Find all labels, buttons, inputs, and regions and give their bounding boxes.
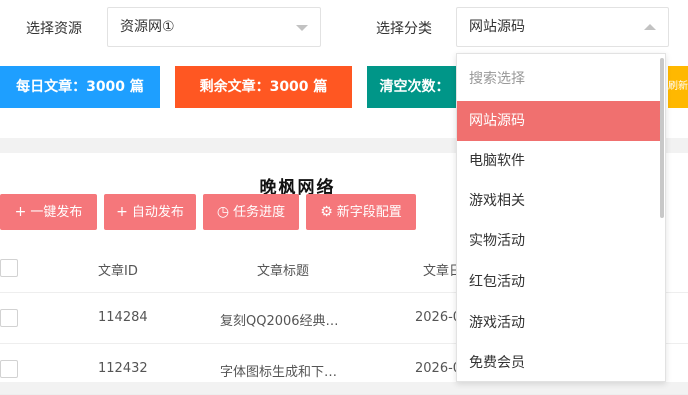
daily-articles-badge: 每日文章：3000 篇 — [0, 66, 160, 108]
new-field-config-button[interactable]: ⚙ 新字段配置 — [306, 194, 416, 230]
task-progress-button[interactable]: ◷ 任务进度 — [203, 194, 299, 230]
row-checkbox[interactable] — [0, 309, 18, 327]
row-article-title: 字体图标生成和下… — [220, 365, 338, 380]
auto-publish-button[interactable]: + 自动发布 — [104, 194, 196, 230]
chevron-up-icon — [644, 24, 656, 30]
row-article-id: 112432 — [98, 361, 148, 376]
header-article-title: 文章标题 — [257, 264, 310, 279]
category-select[interactable]: 网站源码 — [456, 7, 669, 47]
row-article-date: 2026-0 — [415, 361, 456, 376]
dropdown-option[interactable]: 红包活动 — [457, 262, 662, 302]
row-article-id: 114284 — [98, 310, 148, 325]
row-article-date: 2026-0 — [415, 310, 456, 325]
clear-count-badge: 清空次数： — [367, 66, 462, 108]
header-article-id: 文章ID — [98, 264, 138, 279]
clock-icon: ◷ — [216, 204, 230, 220]
dropdown-option[interactable]: 游戏活动 — [457, 303, 662, 343]
source-select-value: 资源网① — [120, 19, 175, 35]
source-label: 选择资源 — [26, 21, 82, 37]
select-all-checkbox[interactable] — [0, 259, 18, 277]
category-select-value: 网站源码 — [469, 19, 525, 35]
source-select[interactable]: 资源网① — [107, 7, 321, 47]
one-click-publish-button[interactable]: + 一键发布 — [0, 194, 97, 230]
refresh-button[interactable]: 刷新 — [668, 66, 688, 108]
gear-icon: ⚙ — [320, 204, 333, 220]
dropdown-option[interactable]: 实物活动 — [457, 221, 662, 261]
dropdown-option[interactable]: 游戏相关 — [457, 181, 662, 221]
row-article-title: 复刻QQ2006经典… — [220, 314, 339, 329]
plus-icon: + — [14, 204, 27, 220]
dropdown-option[interactable]: 免费会员 — [457, 343, 662, 381]
header-article-date: 文章日 — [423, 264, 456, 279]
dropdown-search-input[interactable]: 搜索选择 — [457, 59, 662, 99]
category-dropdown: 搜索选择 网站源码 电脑软件 游戏相关 实物活动 红包活动 游戏活动 免费会员 — [456, 53, 666, 382]
chevron-down-icon — [296, 25, 308, 31]
category-label: 选择分类 — [376, 21, 432, 37]
remaining-articles-badge: 剩余文章：3000 篇 — [175, 66, 352, 108]
row-checkbox[interactable] — [0, 360, 18, 378]
dropdown-scrollbar[interactable] — [660, 58, 664, 218]
plus-icon: + — [116, 204, 128, 220]
dropdown-option[interactable]: 网站源码 — [457, 101, 662, 141]
dropdown-option[interactable]: 电脑软件 — [457, 141, 662, 181]
